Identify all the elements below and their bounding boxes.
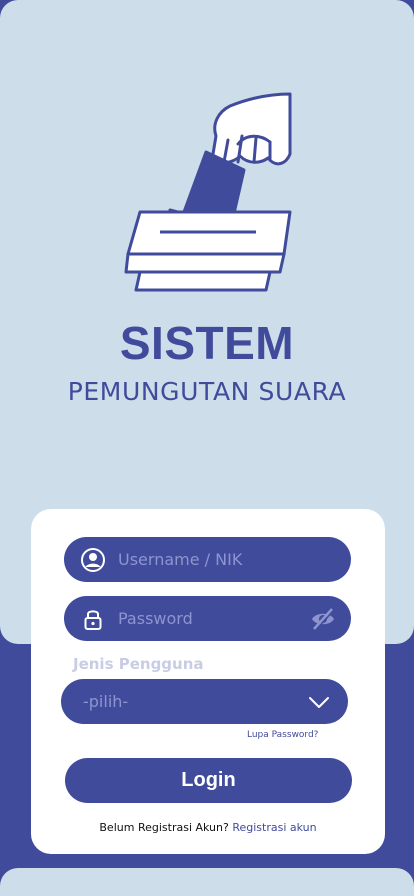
footer-panel [0, 868, 414, 896]
username-field[interactable]: Username / NIK [64, 537, 351, 582]
eye-off-icon[interactable] [309, 605, 337, 633]
ballot-box-illustration [124, 92, 292, 292]
lock-icon [84, 610, 102, 630]
user-type-select[interactable]: -pilih- [61, 679, 348, 724]
user-type-value: -pilih- [83, 692, 129, 711]
register-prompt-line: Belum Registrasi Akun? Registrasi akun [31, 821, 385, 834]
forgot-password-link[interactable]: Lupa Password? [247, 730, 318, 740]
register-link[interactable]: Registrasi akun [232, 821, 316, 834]
app-title: SISTEM [119, 317, 295, 369]
password-placeholder: Password [118, 609, 193, 628]
username-placeholder: Username / NIK [118, 550, 243, 569]
app-subtitle: PEMUNGUTAN SUARA [67, 377, 347, 406]
user-circle-icon [81, 548, 105, 572]
register-prompt: Belum Registrasi Akun? [99, 821, 229, 834]
login-button[interactable]: Login [65, 758, 352, 803]
user-type-label: Jenis Pengguna [73, 655, 204, 673]
chevron-down-icon [309, 697, 329, 708]
login-card: Username / NIK Password Jenis Pengguna -… [31, 509, 385, 854]
password-field[interactable]: Password [64, 596, 351, 641]
